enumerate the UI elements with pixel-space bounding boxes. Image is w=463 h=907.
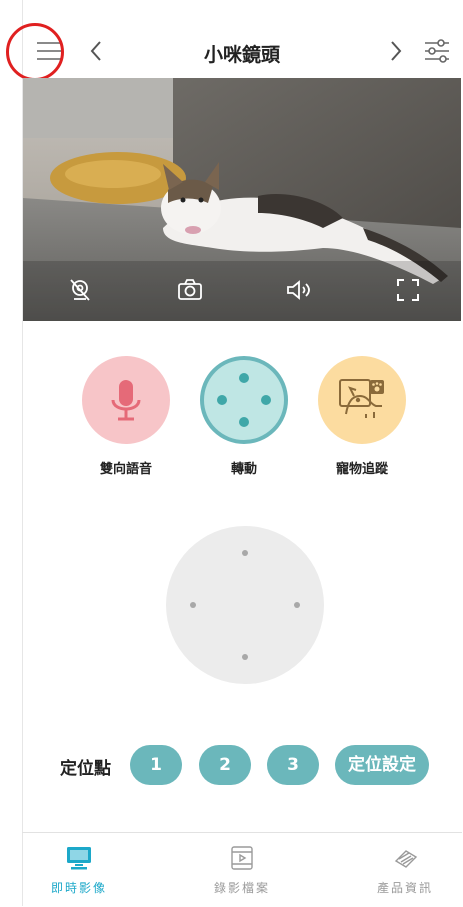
camera-off-icon bbox=[70, 279, 90, 301]
rotate-label: 轉動 bbox=[230, 462, 257, 477]
product-icon bbox=[394, 850, 418, 868]
chevron-right-icon bbox=[391, 41, 402, 61]
joystick-right-dot bbox=[294, 602, 300, 608]
settings-button[interactable] bbox=[422, 36, 452, 66]
joystick-down-dot bbox=[242, 654, 248, 660]
preset-label: 定位點 bbox=[60, 759, 111, 779]
pet-tracking-label: 寵物追蹤 bbox=[335, 462, 388, 477]
top-bar: 小咪鏡頭 bbox=[22, 26, 462, 78]
audio-button[interactable] bbox=[283, 275, 313, 305]
film-icon bbox=[231, 846, 253, 870]
sliders-icon bbox=[425, 39, 449, 63]
privacy-mode-button[interactable] bbox=[65, 275, 95, 305]
preset-3-button[interactable]: 3 bbox=[267, 745, 319, 785]
nav-recordings-label: 錄影檔案 bbox=[213, 881, 270, 895]
rotate-button[interactable]: 轉動 bbox=[199, 356, 289, 477]
camera-icon bbox=[178, 279, 202, 300]
two-way-audio-label: 雙向語音 bbox=[99, 462, 152, 477]
pet-tracking-circle bbox=[318, 356, 406, 444]
microphone-icon bbox=[111, 380, 141, 421]
preset-settings-button[interactable]: 定位設定 bbox=[335, 745, 429, 785]
nav-live-view[interactable]: 即時影像 bbox=[24, 845, 134, 896]
highlight-circle-annotation bbox=[6, 23, 64, 81]
preset-1-button[interactable]: 1 bbox=[130, 745, 182, 785]
two-way-audio-button[interactable]: 雙向語音 bbox=[81, 356, 171, 477]
fullscreen-button[interactable] bbox=[393, 275, 423, 305]
joystick-left-dot bbox=[190, 602, 196, 608]
pan-tilt-joystick[interactable] bbox=[166, 526, 324, 684]
nav-product-info[interactable]: 產品資訊 bbox=[350, 845, 460, 896]
pet-tracking-icon bbox=[339, 379, 384, 418]
joystick-up-dot bbox=[242, 550, 248, 556]
preset-2-button[interactable]: 2 bbox=[199, 745, 251, 785]
nav-recordings[interactable]: 錄影檔案 bbox=[187, 845, 297, 896]
next-camera-button[interactable] bbox=[386, 38, 406, 64]
bottom-navigation: 即時影像 錄影檔案 產品資訊 bbox=[22, 832, 462, 907]
live-video-view[interactable] bbox=[23, 78, 461, 321]
nav-live-view-label: 即時影像 bbox=[50, 881, 107, 895]
nav-product-info-label: 產品資訊 bbox=[376, 881, 433, 895]
speaker-icon bbox=[287, 280, 310, 300]
fullscreen-icon bbox=[397, 279, 419, 301]
monitor-icon bbox=[67, 847, 91, 870]
video-controls bbox=[23, 261, 461, 321]
two-way-audio-circle bbox=[82, 356, 170, 444]
dpad-icon bbox=[217, 373, 271, 427]
pet-tracking-button[interactable]: 寵物追蹤 bbox=[317, 356, 407, 477]
rotate-circle bbox=[200, 356, 288, 444]
snapshot-button[interactable] bbox=[175, 275, 205, 305]
